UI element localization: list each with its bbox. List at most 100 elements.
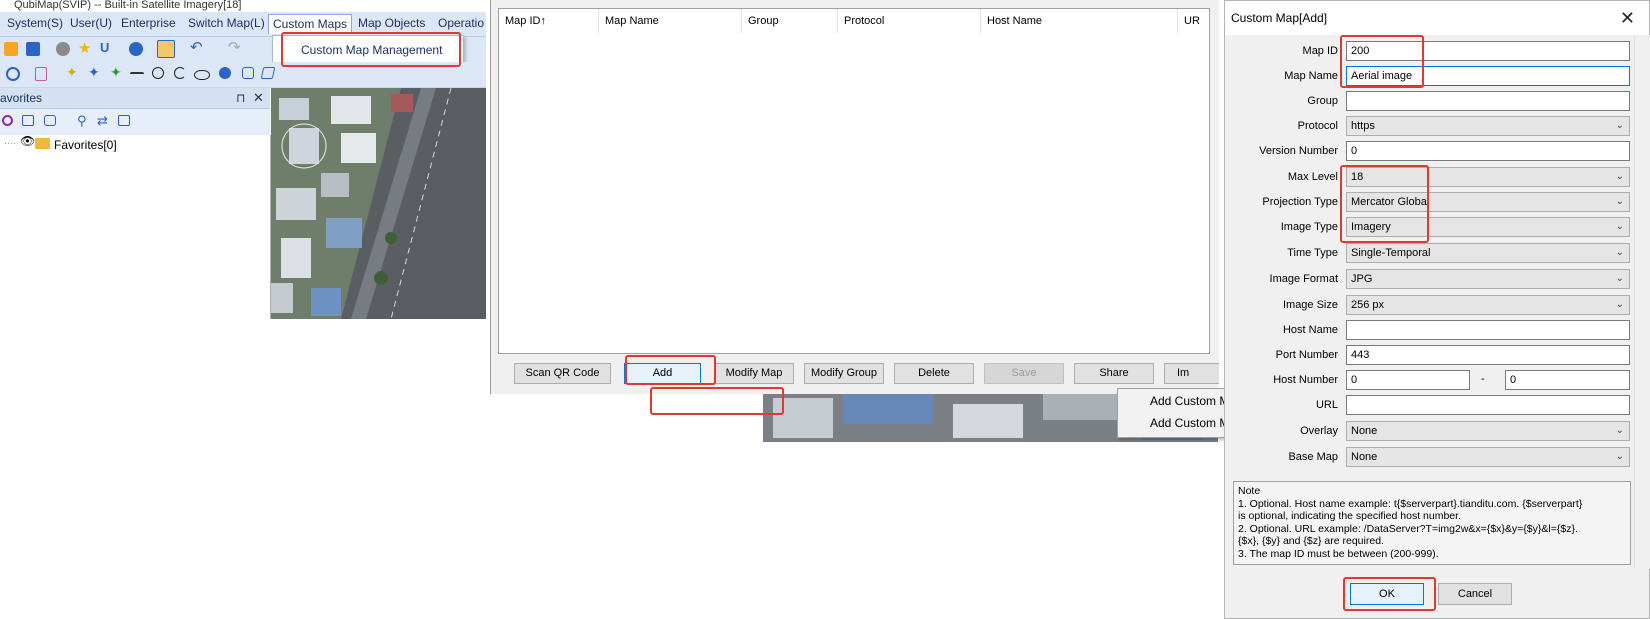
image-size-value: 256 px	[1351, 299, 1385, 311]
custom-map-add-dialog: Custom Map[Add] ✕ Map ID 200 Map Name Ae…	[1224, 0, 1650, 619]
protocol-select[interactable]: https ⌄	[1346, 116, 1630, 136]
line-icon[interactable]	[130, 72, 144, 76]
polygon-icon[interactable]	[260, 67, 276, 79]
globe-icon[interactable]	[129, 42, 143, 56]
layers-icon[interactable]	[118, 115, 130, 126]
max-level-value: 18	[1351, 171, 1364, 183]
column-url[interactable]: UR	[1178, 9, 1209, 33]
time-type-value: Single-Temporal	[1351, 247, 1431, 259]
max-level-label: Max Level	[1287, 171, 1338, 183]
fill-circle-icon[interactable]	[219, 67, 231, 79]
grid-tool-icon[interactable]	[157, 40, 175, 58]
locate-icon[interactable]	[44, 115, 56, 126]
add-button[interactable]: Add	[624, 363, 701, 384]
host-number-label: Host Number	[1273, 374, 1338, 386]
dialog-scrollbar[interactable]	[1634, 35, 1650, 569]
document-icon[interactable]	[35, 67, 47, 81]
import-button[interactable]: Im	[1164, 363, 1219, 384]
transfer-icon[interactable]: ⇄	[97, 113, 111, 128]
note-line: 2. Optional. URL example: /DataServer?T=…	[1238, 522, 1578, 535]
cancel-button[interactable]: Cancel	[1438, 583, 1512, 605]
custom-maps-table[interactable]: Map ID↑ Map Name Group Protocol Host Nam…	[498, 8, 1210, 354]
favorites-tree-item[interactable]: Favorites[0]	[54, 138, 117, 152]
star-icon[interactable]: ★	[78, 39, 94, 57]
menu-enterprise[interactable]: Enterprise	[121, 16, 176, 30]
time-type-select[interactable]: Single-Temporal ⌄	[1346, 243, 1630, 263]
column-group[interactable]: Group	[742, 9, 838, 33]
chevron-down-icon: ⌄	[1615, 120, 1624, 131]
menu-custom-maps[interactable]: Custom Maps	[268, 14, 353, 34]
image-format-select[interactable]: JPG ⌄	[1346, 269, 1630, 289]
ok-button[interactable]: OK	[1350, 583, 1424, 605]
rounded-rect-icon[interactable]	[242, 67, 254, 79]
menu-operations[interactable]: Operatio	[438, 16, 484, 30]
image-type-select[interactable]: Imagery ⌄	[1346, 217, 1630, 237]
open-folder-icon[interactable]	[4, 42, 18, 56]
ellipse-icon[interactable]	[194, 70, 210, 80]
host-number-to-field[interactable]: 0	[1505, 370, 1630, 390]
save-icon[interactable]	[26, 42, 40, 56]
user-icon[interactable]	[56, 42, 70, 56]
management-frame: Map ID↑ Map Name Group Protocol Host Nam…	[490, 0, 1219, 394]
menu-map-objects[interactable]: Map Objects	[358, 16, 425, 30]
host-name-label: Host Name	[1282, 324, 1338, 336]
version-number-label: Version Number	[1259, 145, 1338, 157]
save-button[interactable]: Save	[984, 363, 1064, 384]
redo-icon[interactable]: ↷	[228, 38, 242, 56]
satellite-imagery	[271, 88, 486, 319]
pin-yellow-icon[interactable]: ✦	[66, 64, 80, 80]
share-button[interactable]: Share	[1074, 363, 1154, 384]
modify-group-button[interactable]: Modify Group	[804, 363, 884, 384]
column-map-name[interactable]: Map Name	[599, 9, 742, 33]
modify-map-button[interactable]: Modify Map	[714, 363, 794, 384]
image-size-select[interactable]: 256 px ⌄	[1346, 295, 1630, 315]
eye-icon[interactable]: 👁	[20, 134, 35, 148]
custom-map-management-item[interactable]: Custom Map Management	[301, 43, 442, 57]
chevron-down-icon: ⌄	[1615, 196, 1624, 207]
column-map-id[interactable]: Map ID↑	[499, 9, 599, 33]
chevron-down-icon: ⌄	[1615, 425, 1624, 436]
url-field[interactable]	[1346, 395, 1630, 415]
circle-icon[interactable]	[152, 67, 164, 79]
undo-icon[interactable]: ↶	[190, 38, 204, 56]
host-number-from-field[interactable]: 0	[1346, 370, 1470, 390]
host-name-field[interactable]	[1346, 320, 1630, 340]
note-heading: Note	[1238, 485, 1261, 497]
menu-system[interactable]: System(S)	[7, 16, 63, 30]
search-icon[interactable]	[2, 115, 13, 126]
folder-icon	[35, 138, 50, 149]
base-map-select[interactable]: None ⌄	[1346, 447, 1630, 467]
column-protocol[interactable]: Protocol	[838, 9, 981, 33]
pin-blue-icon[interactable]: ✦	[88, 64, 102, 80]
settings-icon[interactable]	[6, 67, 20, 81]
scan-qr-code-button[interactable]: Scan QR Code	[514, 363, 611, 384]
projection-type-select[interactable]: Mercator Global ⌄	[1346, 192, 1630, 212]
pin-panel-icon[interactable]: ⊓	[236, 88, 245, 108]
chevron-down-icon: ⌄	[1615, 171, 1624, 182]
port-number-field[interactable]: 443	[1346, 345, 1630, 365]
group-field[interactable]	[1346, 91, 1630, 111]
delete-button[interactable]: Delete	[894, 363, 974, 384]
chevron-down-icon: ⌄	[1615, 221, 1624, 232]
note-line: {$x}, {$y} and {$z} are required.	[1238, 535, 1384, 547]
note-line: is optional, indicating the specified ho…	[1238, 510, 1461, 522]
overlay-select[interactable]: None ⌄	[1346, 421, 1630, 441]
pin-green-icon[interactable]: ✦	[110, 64, 124, 80]
version-number-field[interactable]: 0	[1346, 141, 1630, 161]
marker-icon[interactable]: ⚲	[77, 113, 91, 128]
close-panel-icon[interactable]: ✕	[253, 88, 264, 108]
chevron-down-icon: ⌄	[1615, 273, 1624, 284]
max-level-select[interactable]: 18 ⌄	[1346, 167, 1630, 187]
menu-user[interactable]: User(U)	[70, 16, 112, 30]
map-name-field[interactable]: Aerial image	[1346, 66, 1630, 86]
satellite-map-view[interactable]	[271, 88, 486, 319]
note-line: 1. Optional. Host name example: t{$serve…	[1238, 497, 1583, 510]
link-icon[interactable]: U	[100, 40, 114, 55]
column-host-name[interactable]: Host Name	[981, 9, 1178, 33]
menu-switch-map[interactable]: Switch Map(L)	[188, 16, 265, 30]
copy-icon[interactable]	[22, 115, 34, 126]
note-box: Note 1. Optional. Host name example: t{$…	[1233, 481, 1631, 565]
map-id-field[interactable]: 200	[1346, 41, 1630, 61]
close-icon[interactable]: ✕	[1620, 9, 1635, 27]
arc-icon[interactable]	[174, 67, 186, 79]
